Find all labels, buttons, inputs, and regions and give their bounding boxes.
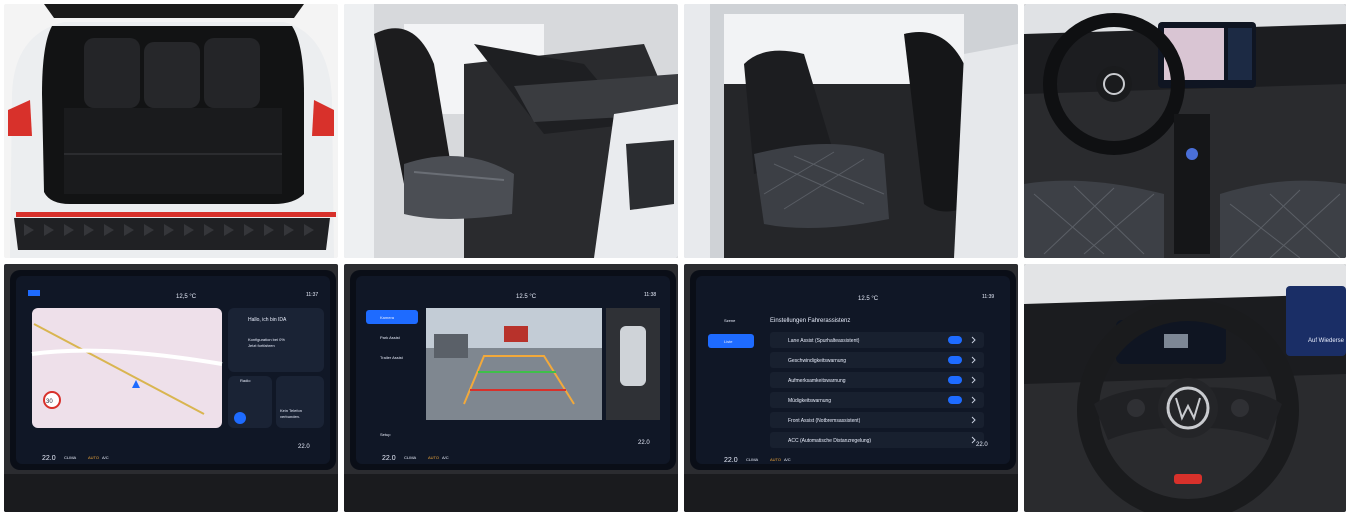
front-seats-image — [344, 4, 678, 258]
nav-config-line1: Konfiguration bei 0% — [248, 337, 285, 342]
photo-rear-cargo[interactable] — [4, 4, 338, 258]
nav-ac-label: A/C — [102, 455, 109, 460]
camera-menu-item-2: Trailer Assist — [380, 355, 404, 360]
wheel-screen-greeting: Auf Wiederse — [1308, 338, 1345, 344]
assist-item-label: Geschwindigkeitswarnung — [788, 358, 846, 364]
toggle-switch[interactable] — [948, 336, 962, 344]
assist-climate-temp-left: 22.0 — [724, 457, 738, 464]
assist-side-item-0: Szene — [724, 318, 736, 323]
assist-list-row[interactable]: Aufmerksamkeitswarnung — [770, 372, 984, 388]
assist-temperature: 12.5 °C — [858, 296, 879, 302]
nav-phone-line1: Kein Telefon — [280, 408, 302, 413]
assist-item-label: Front Assist (Notbremsassistent) — [788, 418, 861, 424]
nav-phone-line2: verbunden. — [280, 414, 300, 419]
toggle-switch[interactable] — [948, 356, 962, 364]
nav-screen-image: 12,5 °C 11:37 30 Hallo, ich bin IDA Konf… — [4, 264, 338, 512]
nav-clock: 11:37 — [306, 292, 318, 298]
rear-cargo-image — [4, 4, 338, 258]
nav-climate-temp-right: 22.0 — [298, 444, 310, 450]
camera-clock: 11:38 — [644, 292, 656, 298]
toggle-switch[interactable] — [948, 396, 962, 404]
camera-menu-item-1: Park Assist — [380, 335, 401, 340]
cockpit-image — [1024, 4, 1346, 258]
photo-assist-screen[interactable]: 12.5 °C 11:39 Szene Liste Einstellungen … — [684, 264, 1018, 512]
assist-item-label: Lane Assist (Spurhalteassistent) — [788, 338, 860, 344]
nav-greeting: Hallo, ich bin IDA — [248, 317, 287, 323]
nav-climate-label: CLIMA — [64, 455, 77, 460]
assist-clock: 11:39 — [982, 294, 994, 300]
assist-ac-label: A/C — [784, 457, 791, 462]
photo-rear-seats[interactable] — [684, 4, 1018, 258]
camera-climate-temp-right: 22.0 — [638, 440, 650, 446]
camera-climate-label: CLIMA — [404, 455, 417, 460]
rear-seats-image — [684, 4, 1018, 258]
camera-auto-label: AUTO — [428, 455, 439, 460]
assist-screen-image: 12.5 °C 11:39 Szene Liste Einstellungen … — [684, 264, 1018, 512]
assist-item-label: ACC (Automatische Distanzregelung) — [788, 438, 871, 444]
assist-list-row[interactable]: Front Assist (Notbremsassistent) — [770, 412, 984, 428]
nav-climate-temp-left: 22.0 — [42, 455, 56, 462]
photo-camera-screen[interactable]: 12.5 °C 11:38 Kamera Park Assist Trailer… — [344, 264, 678, 512]
assist-title: Einstellungen Fahrerassistenz — [770, 318, 850, 324]
assist-climate-label: CLIMA — [746, 457, 759, 462]
nav-speed-limit: 30 — [46, 399, 53, 405]
assist-auto-label: AUTO — [770, 457, 781, 462]
photo-cockpit[interactable] — [1024, 4, 1346, 258]
assist-side-item-1: Liste — [724, 339, 733, 344]
steering-wheel-image: Auf Wiederse — [1024, 264, 1346, 512]
photo-nav-screen[interactable]: 12,5 °C 11:37 30 Hallo, ich bin IDA Konf… — [4, 264, 338, 512]
assist-list-row[interactable]: ACC (Automatische Distanzregelung) — [770, 432, 984, 448]
camera-ac-label: A/C — [442, 455, 449, 460]
toggle-switch[interactable] — [948, 376, 962, 384]
camera-screen-image: 12.5 °C 11:38 Kamera Park Assist Trailer… — [344, 264, 678, 512]
assist-list-row[interactable]: Geschwindigkeitswarnung — [770, 352, 984, 368]
photo-front-seats[interactable] — [344, 4, 678, 258]
assist-item-label: Aufmerksamkeitswarnung — [788, 378, 846, 384]
camera-menu-item-0: Kamera — [380, 315, 395, 320]
nav-temperature: 12,5 °C — [176, 294, 197, 300]
nav-auto-label: AUTO — [88, 455, 99, 460]
assist-list-row[interactable]: Lane Assist (Spurhalteassistent) — [770, 332, 984, 348]
nav-radio-label: Radio — [240, 378, 251, 383]
camera-setup-label: Setup — [380, 432, 391, 437]
camera-temperature: 12.5 °C — [516, 294, 537, 300]
nav-config-line2: Jetzt fortfahren — [248, 343, 275, 348]
camera-climate-temp-left: 22.0 — [382, 455, 396, 462]
assist-climate-temp-right: 22.0 — [976, 442, 988, 448]
assist-list-row[interactable]: Müdigkeitswarnung — [770, 392, 984, 408]
photo-gallery: 12,5 °C 11:37 30 Hallo, ich bin IDA Konf… — [0, 0, 1350, 515]
assist-item-label: Müdigkeitswarnung — [788, 398, 831, 404]
photo-steering-wheel[interactable]: Auf Wiederse — [1024, 264, 1346, 512]
